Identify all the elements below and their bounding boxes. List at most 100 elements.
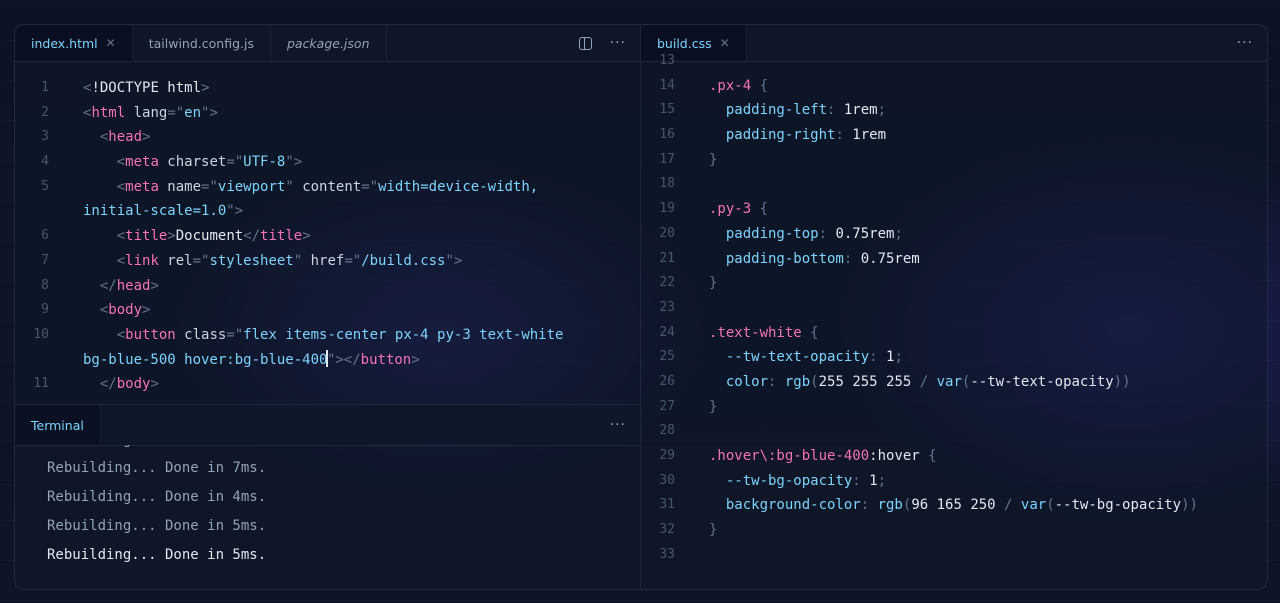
code-line: 23 (641, 296, 1267, 321)
code-line: 19 .py-3 { (641, 197, 1267, 222)
code-token: < (83, 129, 109, 146)
code-token: : (835, 127, 853, 144)
code-token: > (150, 376, 159, 393)
code-token: =" (201, 178, 218, 195)
line-number: 8 (41, 277, 49, 293)
code-token: .text-white (709, 324, 802, 341)
line-number: 22 (659, 275, 675, 291)
line-number: 5 (41, 178, 49, 194)
code-text: padding-top: 0.75rem; (709, 222, 903, 247)
code-token: < (83, 252, 126, 269)
code-token: < (83, 228, 126, 245)
code-line: 15 padding-left: 1rem; (641, 98, 1267, 123)
code-token: =" (226, 154, 244, 171)
code-line: 8 </head> (15, 274, 640, 299)
line-number: 29 (659, 448, 675, 463)
code-token: meta (125, 154, 159, 171)
split-editor-icon[interactable] (578, 36, 592, 50)
css-code-editor[interactable]: 13 14 .px-4 {15 padding-left: 1rem; 16 padd… (641, 49, 1267, 589)
tab-index-html[interactable]: index.html ✕ (15, 25, 133, 61)
close-icon[interactable]: ✕ (106, 36, 116, 50)
code-token: rgb (784, 373, 811, 390)
code-token: { (801, 324, 819, 341)
code-token: --tw-bg-opacity (709, 472, 853, 489)
code-token: background-color (709, 497, 861, 514)
code-token: button (360, 351, 412, 368)
code-line: 11 </body> (15, 372, 640, 397)
code-line: 22} (641, 271, 1267, 296)
code-line: 14 .px-4 { (641, 74, 1267, 99)
code-line: 29 .hover\:bg-blue-400:hover { (641, 444, 1267, 469)
more-icon[interactable]: ··· (610, 36, 626, 50)
code-token: < (83, 326, 126, 343)
code-text: .px-4 { (709, 74, 768, 99)
terminal-line: Rebuilding... Done in 5ms. (47, 518, 267, 534)
close-icon[interactable]: ✕ (720, 36, 730, 50)
code-token: rel (158, 252, 193, 269)
code-text: <meta name="viewport" content="width=dev… (83, 175, 539, 200)
code-text: <html lang="en"> (83, 101, 218, 126)
code-token: > (302, 228, 311, 245)
terminal-tab-bar: Terminal ··· (15, 404, 640, 446)
code-token: > (150, 277, 159, 294)
code-token: 1rem (843, 102, 878, 119)
code-token: 255 255 255 (818, 373, 920, 390)
line-number: 3 (41, 129, 49, 145)
terminal-output[interactable]: Rebuilding... Done in 5ms. Rebuilding... … (15, 445, 640, 589)
code-line: 1 <!DOCTYPE html> (15, 76, 640, 101)
code-text: </body> (83, 372, 159, 397)
code-token: name (158, 178, 202, 195)
line-number: 33 (659, 546, 675, 562)
code-line: 5 <meta name="viewport" content="width=d… (15, 175, 640, 200)
line-number: 1 (41, 80, 49, 95)
html-code-editor[interactable]: 1 <!DOCTYPE html> 2 <html lang="en"> 3 <head… (15, 62, 640, 418)
code-token: < (83, 302, 109, 319)
code-token: html (91, 104, 126, 121)
code-token: title (260, 228, 303, 245)
code-text: padding-bottom: 0.75rem (709, 247, 920, 272)
code-token: "> (285, 154, 303, 171)
code-text: initial-scale=1.0"> (83, 199, 243, 224)
tab-package-json[interactable]: package.json (271, 25, 387, 61)
code-text: .py-3 { (709, 197, 768, 222)
code-token: ; (877, 472, 887, 489)
line-number: 7 (41, 252, 49, 268)
code-token: "> (201, 104, 218, 121)
code-line: bg-blue-500 hover:bg-blue-400"></button> (15, 348, 640, 373)
code-token: : (827, 102, 844, 119)
code-token: : (869, 349, 887, 366)
code-token: ; (894, 349, 903, 366)
more-icon[interactable]: ··· (610, 418, 626, 432)
code-text: } (709, 148, 717, 173)
code-text: <head> (83, 125, 151, 150)
code-token: !DOCTYPE html (91, 80, 202, 96)
tab-label: package.json (286, 35, 370, 51)
code-line: 4 <meta charset="UTF-8"> (15, 150, 640, 175)
code-token: .hover\:bg-blue-400 (709, 448, 870, 464)
code-text: } (709, 395, 717, 420)
tab-terminal[interactable]: Terminal (15, 405, 101, 445)
code-text: color: rgb(255 255 255 / var(--tw-text-o… (709, 370, 1131, 395)
more-icon[interactable]: ··· (1237, 36, 1253, 50)
code-token: width=device-width, (378, 178, 539, 195)
tab-tailwind-config[interactable]: tailwind.config.js (133, 25, 271, 61)
code-token: "> (445, 252, 463, 269)
code-token: { (751, 201, 769, 218)
code-token: bg-blue-500 hover:bg-blue-400 (83, 351, 328, 368)
code-token: head (116, 277, 151, 294)
code-token: / (919, 373, 937, 390)
line-number: 30 (659, 472, 675, 488)
line-number: 26 (659, 373, 675, 389)
code-token: --tw-bg-opacity (1054, 497, 1182, 514)
code-token: /build.css (361, 252, 446, 269)
code-line: 26 color: rgb(255 255 255 / var(--tw-tex… (641, 370, 1267, 395)
code-token: .py-3 (709, 201, 752, 218)
code-token: ( (1046, 497, 1055, 514)
code-token: --tw-text-opacity (970, 373, 1114, 390)
line-number: 9 (41, 302, 49, 318)
code-token: "> (226, 203, 244, 220)
code-token: padding-right (709, 127, 836, 144)
code-line: 24 .text-white { (641, 321, 1267, 346)
code-token: head (108, 129, 143, 146)
code-token: </ (83, 376, 117, 393)
